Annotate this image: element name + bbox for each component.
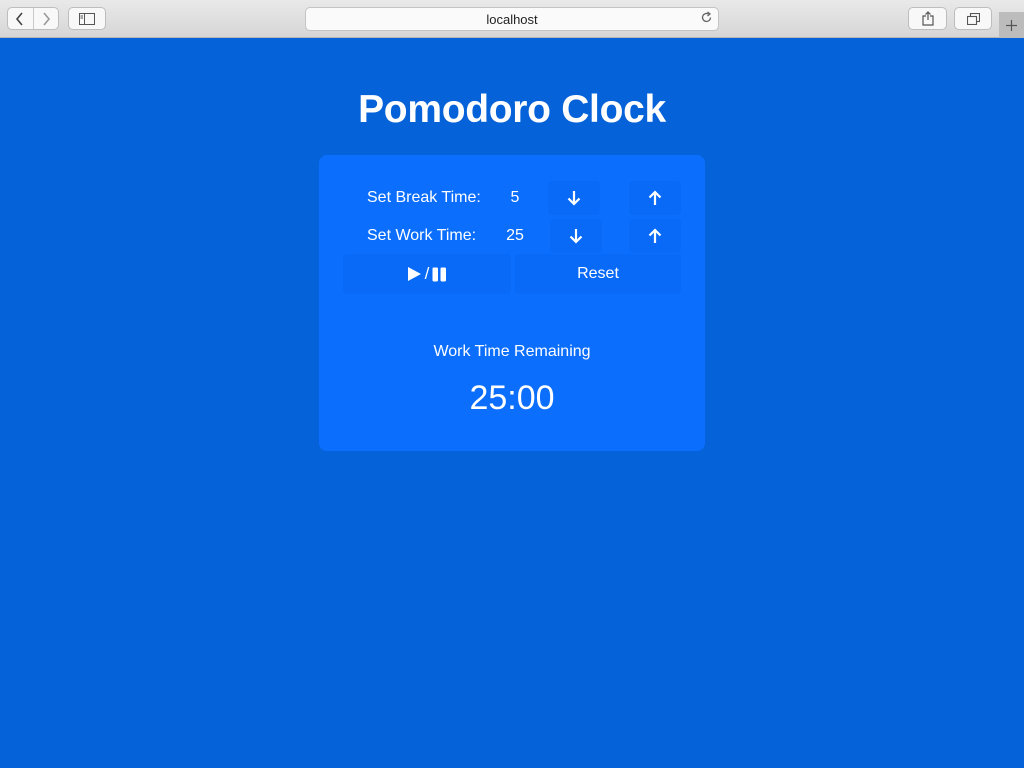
chevron-left-icon (16, 11, 23, 26)
pause-icon (432, 267, 447, 281)
break-decrement-button[interactable] (548, 181, 600, 215)
reset-button[interactable]: Reset (515, 254, 681, 294)
work-time-value: 25 (506, 227, 524, 244)
back-button[interactable] (8, 8, 34, 29)
work-increment-button[interactable] (629, 219, 681, 253)
plus-icon (1006, 19, 1017, 31)
share-button[interactable] (908, 7, 947, 30)
arrow-up-icon (648, 190, 662, 205)
reset-label: Reset (577, 265, 619, 282)
pomodoro-panel: Set Break Time: 5 Set Work Time: 25 / Re… (319, 155, 705, 451)
page-title: Pomodoro Clock (358, 88, 666, 131)
reload-icon (701, 11, 712, 23)
play-icon (407, 267, 421, 281)
navigation-buttons (7, 7, 59, 30)
arrow-up-icon (648, 228, 662, 243)
tabs-overview-icon (966, 12, 980, 25)
address-bar[interactable]: localhost (305, 7, 719, 31)
timer-status-label: Work Time Remaining (433, 343, 591, 360)
arrow-down-icon (567, 191, 581, 206)
browser-toolbar: localhost (0, 0, 1024, 38)
work-decrement-button[interactable] (550, 219, 602, 253)
break-time-value: 5 (510, 189, 520, 206)
reload-button[interactable] (700, 11, 713, 27)
play-pause-separator: / (424, 264, 430, 283)
url-text: localhost (486, 11, 538, 27)
share-icon (921, 11, 934, 26)
new-tab-button[interactable] (999, 12, 1024, 38)
chevron-right-icon (43, 11, 50, 26)
tabs-overview-button[interactable] (954, 7, 992, 30)
forward-button[interactable] (34, 8, 59, 29)
break-time-label: Set Break Time: (367, 189, 481, 206)
sidebar-toggle-button[interactable] (68, 7, 106, 30)
break-increment-button[interactable] (629, 181, 681, 215)
sidebar-icon (79, 12, 95, 25)
countdown-display: 25:00 (469, 379, 555, 417)
arrow-down-icon (569, 229, 583, 244)
play-pause-button[interactable]: / (343, 254, 511, 294)
work-time-label: Set Work Time: (367, 227, 477, 244)
